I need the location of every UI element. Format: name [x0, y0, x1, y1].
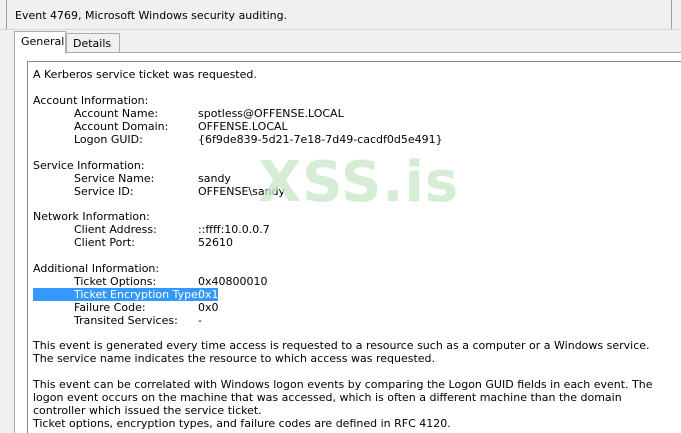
account-domain-value: OFFENSE.LOCAL — [198, 120, 288, 133]
description-paragraph-2: This event can be correlated with Window… — [33, 378, 653, 417]
ticket-encryption-type-label: Ticket Encryption Type: — [74, 288, 202, 301]
failure-code-label: Failure Code: — [74, 301, 146, 314]
account-name-label: Account Name: — [74, 107, 159, 120]
service-id-value: OFFENSE\sandy — [198, 185, 286, 198]
account-info-heading: Account Information: — [33, 94, 149, 107]
client-address-label: Client Address: — [74, 223, 157, 236]
failure-code-value: 0x0 — [198, 301, 219, 314]
service-info-heading: Service Information: — [33, 159, 145, 172]
additional-info-heading: Additional Information: — [33, 262, 160, 275]
transited-services-label: Transited Services: — [74, 314, 178, 327]
network-info-heading: Network Information: — [33, 210, 150, 223]
ticket-encryption-type-value: 0x17 — [198, 288, 226, 301]
tab-details[interactable]: Details — [66, 33, 120, 53]
service-id-label: Service ID: — [74, 185, 134, 198]
transited-services-value: - — [198, 314, 202, 327]
logon-guid-value: {6f9de839-5d21-7e18-7d49-cacdf0d5e491} — [198, 133, 443, 146]
account-name-value: spotless@OFFENSE.LOCAL — [198, 107, 344, 120]
description-paragraph-3: Ticket options, encryption types, and fa… — [33, 417, 451, 430]
client-port-label: Client Port: — [74, 236, 135, 249]
tab-strip: General Details — [14, 31, 681, 54]
event-title-bar: Event 4769, Microsoft Windows security a… — [0, 0, 681, 30]
ticket-options-value: 0x40800010 — [198, 275, 268, 288]
description-paragraph-1: This event is generated every time acces… — [33, 339, 650, 365]
service-name-label: Service Name: — [74, 172, 155, 185]
event-summary: A Kerberos service ticket was requested. — [33, 68, 257, 81]
tab-general[interactable]: General — [14, 31, 66, 54]
frame-border-left — [6, 0, 7, 29]
account-domain-label: Account Domain: — [74, 120, 169, 133]
client-port-value: 52610 — [198, 236, 233, 249]
logon-guid-label: Logon GUID: — [74, 133, 143, 146]
ticket-options-label: Ticket Options: — [74, 275, 157, 288]
frame-border-right — [671, 0, 672, 29]
event-title: Event 4769, Microsoft Windows security a… — [15, 9, 288, 22]
client-address-value: ::ffff:10.0.0.7 — [198, 223, 270, 236]
service-name-value: sandy — [198, 172, 231, 185]
